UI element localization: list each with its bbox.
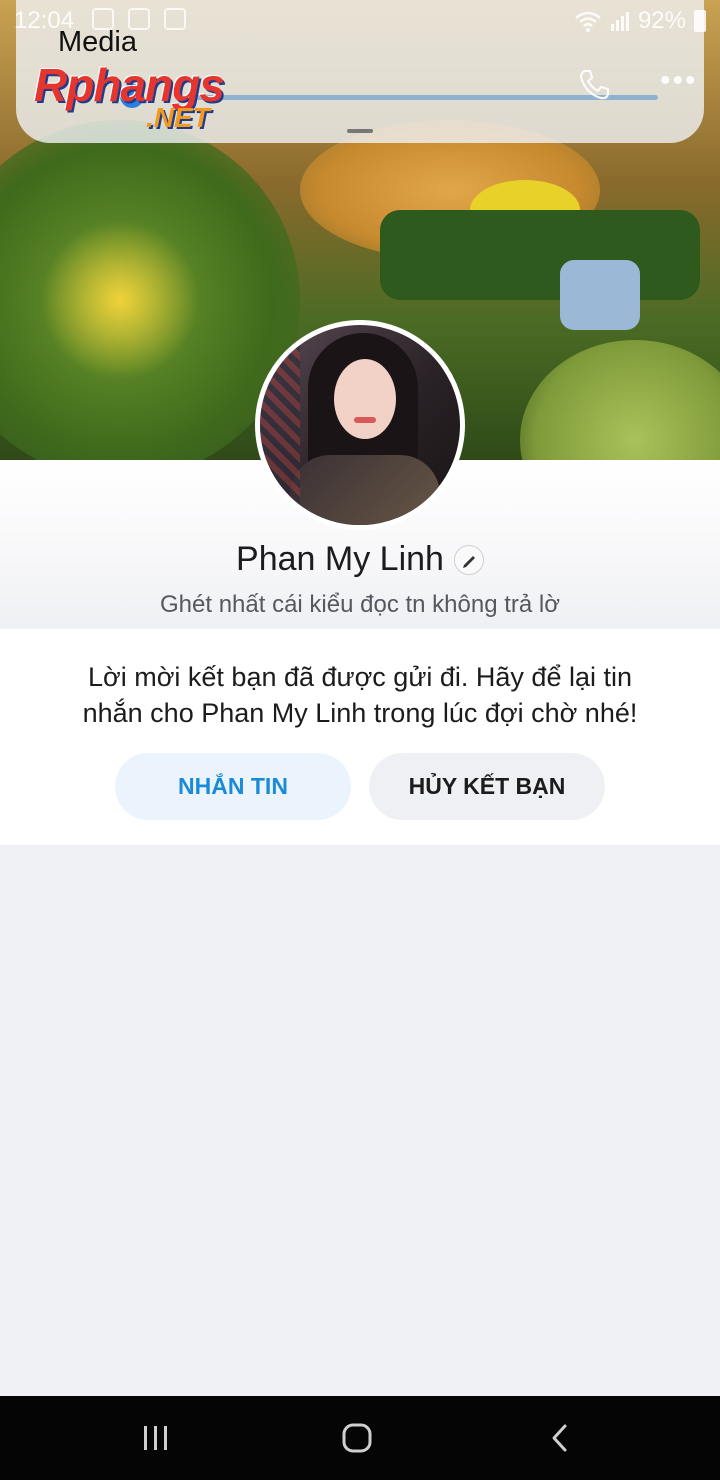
- watermark-media-text: Media: [58, 26, 137, 58]
- watermark-net-text: .NET: [146, 102, 210, 133]
- cancel-friend-button[interactable]: HỦY KẾT BẠN: [369, 753, 605, 820]
- recent-apps-icon[interactable]: [134, 1418, 178, 1458]
- profile-name: Phan My Linh: [236, 540, 444, 578]
- home-icon[interactable]: [335, 1418, 379, 1458]
- send-message-button[interactable]: NHẮN TIN: [115, 753, 351, 820]
- watermark-logo: Media Rphangs .NET: [34, 24, 254, 134]
- sheet-handle[interactable]: [347, 129, 373, 133]
- more-options-icon[interactable]: •••: [660, 66, 698, 96]
- signal-icon: [610, 12, 629, 31]
- battery-icon: [694, 10, 706, 32]
- wifi-icon: [575, 11, 601, 32]
- edit-pencil-icon[interactable]: [453, 544, 484, 575]
- navigation-bar: [0, 1396, 720, 1480]
- friend-request-message: Lời mời kết bạn đã được gửi đi. Hãy để l…: [82, 662, 638, 728]
- avatar-photo: [260, 325, 460, 525]
- battery-percent: 92%: [637, 7, 686, 34]
- profile-avatar[interactable]: [255, 320, 465, 530]
- call-icon[interactable]: [576, 66, 612, 102]
- back-icon[interactable]: [538, 1418, 582, 1458]
- friend-request-card: Lời mời kết bạn đã được gửi đi. Hãy để l…: [0, 629, 720, 845]
- status-right: 92%: [574, 7, 706, 35]
- profile-name-row: Phan My Linh: [0, 540, 720, 579]
- profile-status-text: Ghét nhất cái kiểu đọc tn không trả lờ: [160, 591, 560, 618]
